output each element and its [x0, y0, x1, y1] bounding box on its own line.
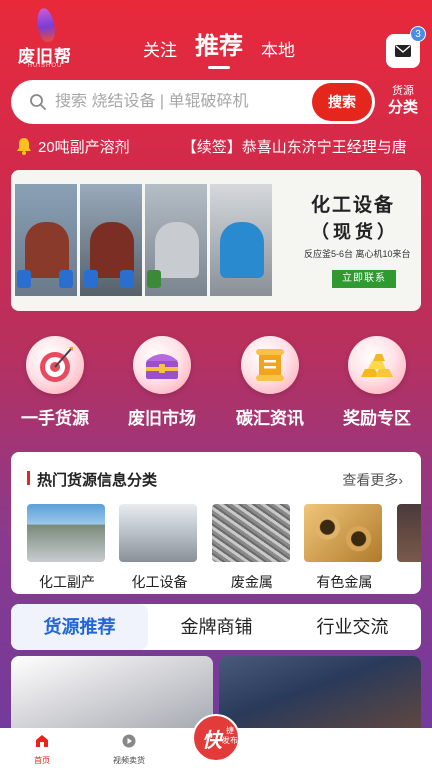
home-icon — [36, 735, 48, 747]
tab-supply-recommend[interactable]: 货源推荐 — [11, 604, 148, 650]
contact-now-button[interactable]: 立即联系 — [332, 270, 396, 288]
hot-categories-title: 热门货源信息分类 — [37, 472, 158, 489]
hot-category-label: 化工设备 — [131, 574, 188, 590]
marquee-item: 20吨副产溶剂 — [38, 139, 130, 156]
quick-entry-first-hand[interactable]: 一手货源 — [5, 330, 105, 429]
chemical-plant-image — [27, 504, 105, 562]
quick-entry-label: 奖励专区 — [343, 409, 411, 428]
messages-button[interactable]: 3 — [386, 26, 426, 68]
quick-entry-label: 碳汇资讯 — [236, 409, 304, 428]
scrap-metal-image — [211, 504, 290, 562]
fab-sub-line1: 捷 — [226, 726, 234, 735]
quick-publish-button[interactable]: 快 捷发布 — [192, 714, 240, 762]
app-header: 废旧帮 HUISHOU 关注 推荐 本地 3 — [0, 0, 432, 78]
hot-category-item[interactable]: 有色金属 — [304, 504, 384, 592]
feed-tabs: 关注 推荐 本地 — [143, 26, 313, 69]
hot-category-item[interactable]: 废金属 — [211, 504, 292, 592]
quick-entry-carbon-news[interactable]: 碳汇资讯 — [220, 330, 320, 429]
announcement-marquee[interactable]: 20吨副产溶剂 【续签】恭喜山东济宁王经理与唐 — [0, 134, 432, 158]
tab-gold-shops[interactable]: 金牌商铺 — [148, 604, 285, 650]
flame-icon — [35, 6, 57, 44]
search-input[interactable] — [55, 93, 305, 111]
nav-home[interactable]: 首页 — [12, 734, 72, 766]
fab-sub-line2: 发布 — [222, 736, 238, 745]
category-link-line2: 分类 — [387, 99, 418, 116]
play-icon — [122, 734, 136, 748]
hot-category-item[interactable]: 机 — [396, 504, 421, 592]
hot-category-label: 化工副产 — [39, 574, 95, 590]
tab-follow[interactable]: 关注 — [143, 36, 177, 61]
fab-sub-text: 捷发布 — [222, 726, 238, 746]
category-link-line1: 货源 — [392, 85, 414, 97]
tab-local[interactable]: 本地 — [261, 36, 295, 61]
logo-subtext: HUISHOU — [27, 63, 63, 69]
envelope-icon — [395, 45, 411, 57]
quick-entry-label: 一手货源 — [21, 409, 89, 428]
equipment-photo — [210, 184, 272, 296]
gold-bars-icon — [348, 336, 406, 394]
marquee-text: 20吨副产溶剂 【续签】恭喜山东济宁王经理与唐 — [38, 136, 432, 157]
section-accent-bar — [27, 471, 30, 485]
hot-category-label: 有色金属 — [316, 574, 373, 590]
nav-video-label: 视频卖货 — [113, 756, 145, 765]
banner-note: 反应釜5-6台 离心机10来台 — [304, 249, 411, 259]
content-tabs: 货源推荐 金牌商铺 行业交流 — [11, 604, 421, 650]
treasure-chest-icon — [133, 336, 191, 394]
quick-entry-market[interactable]: 废旧市场 — [112, 330, 212, 429]
marquee-item: 【续签】恭喜山东济宁王经理与唐 — [181, 139, 407, 156]
app-logo: 废旧帮 HUISHOU — [12, 6, 78, 70]
view-more-link[interactable]: 查看更多› — [342, 470, 403, 490]
bell-icon — [17, 138, 31, 155]
tab-industry-talk[interactable]: 行业交流 — [284, 604, 421, 650]
banner-title: 化工设备 — [311, 195, 396, 216]
category-link[interactable]: 货源 分类 — [386, 84, 420, 118]
search-icon — [30, 94, 46, 110]
promo-banner[interactable]: 化工设备 （现货） 反应釜5-6台 离心机10来台 立即联系 — [11, 170, 421, 311]
nav-video-sell[interactable]: 视频卖货 — [99, 734, 159, 766]
equipment-photo — [145, 184, 207, 296]
search-bar: 搜索 — [11, 80, 375, 124]
message-count-badge: 3 — [410, 26, 426, 42]
hot-categories-card: 热门货源信息分类 查看更多› 化工副产 化工设备 废金属 有色金属 机 — [11, 452, 421, 594]
fab-main-text: 快 — [202, 730, 222, 752]
hot-category-item[interactable]: 化工设备 — [119, 504, 199, 592]
equipment-photo — [80, 184, 142, 296]
hot-category-label: 废金属 — [230, 574, 273, 590]
nonferrous-metal-image — [304, 504, 383, 562]
machinery-image — [396, 504, 421, 562]
nav-home-label: 首页 — [34, 756, 50, 765]
view-more-label: 查看更多 — [342, 472, 399, 488]
hot-category-label: 机 — [397, 572, 421, 592]
banner-subtitle: （现货） — [311, 222, 399, 242]
target-icon — [26, 336, 84, 394]
chemical-equipment-image — [119, 504, 198, 562]
tab-recommend[interactable]: 推荐 — [195, 26, 243, 69]
hot-categories-list: 化工副产 化工设备 废金属 有色金属 机 — [27, 504, 421, 592]
equipment-photo — [15, 184, 77, 296]
chevron-right-icon: › — [398, 472, 403, 488]
quick-entry-label: 废旧市场 — [128, 409, 196, 428]
quick-entry-rewards[interactable]: 奖励专区 — [327, 330, 427, 429]
hot-category-item[interactable]: 化工副产 — [27, 504, 107, 592]
scroll-icon — [241, 336, 299, 394]
quick-entries: 一手货源 废旧市场 碳汇资讯 奖励专区 — [0, 330, 432, 430]
search-button[interactable]: 搜索 — [312, 83, 372, 121]
